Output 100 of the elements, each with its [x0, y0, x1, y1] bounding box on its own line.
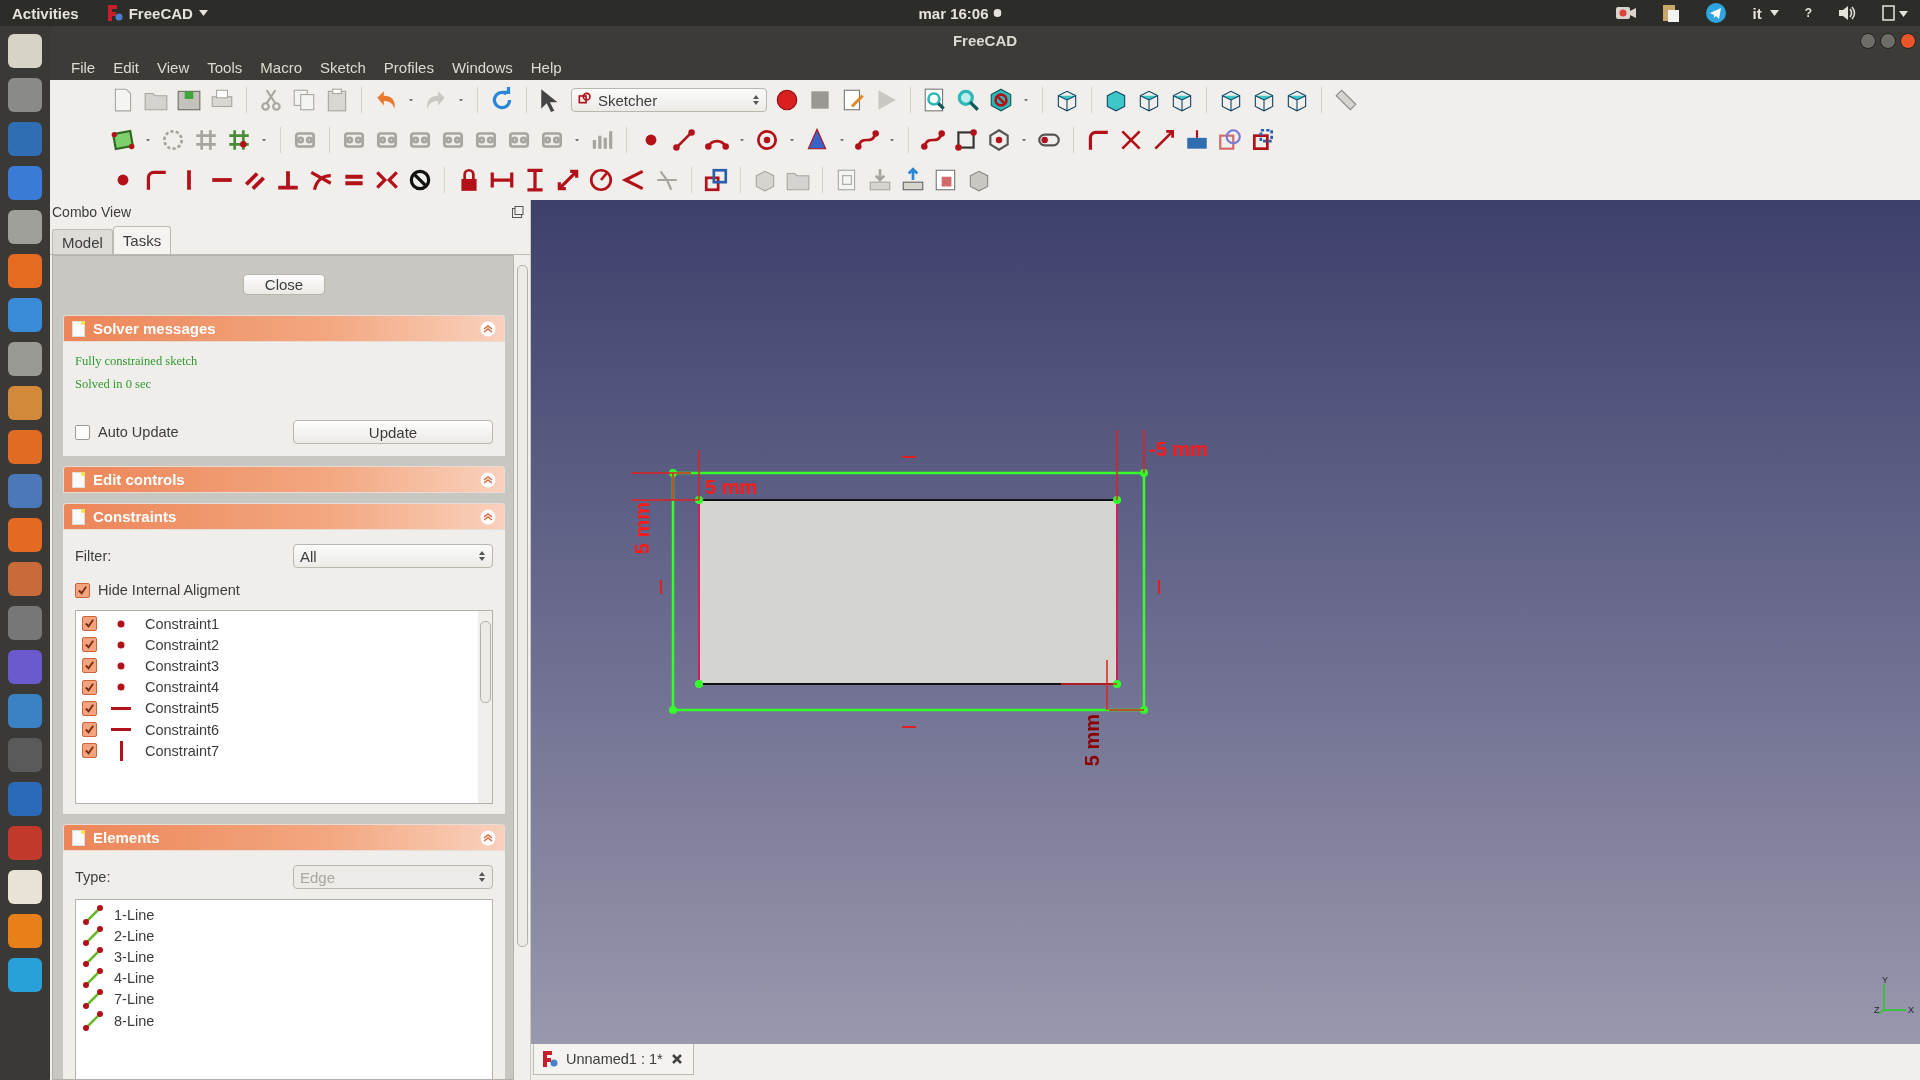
line-icon[interactable]	[671, 127, 697, 153]
sketch-point[interactable]	[695, 496, 703, 504]
activities-button[interactable]: Activities	[12, 4, 79, 22]
close-icon[interactable]	[670, 1053, 683, 1065]
speaker-icon[interactable]	[1838, 5, 1856, 21]
launcher-app-icon[interactable]	[8, 210, 42, 244]
system-menu-icon[interactable]	[1882, 5, 1908, 21]
constraint-item[interactable]: Constraint1	[145, 615, 220, 632]
polyline-icon[interactable]	[854, 127, 880, 153]
offset-icon[interactable]	[1250, 127, 1276, 153]
video-camera-icon[interactable]	[1616, 6, 1637, 20]
tab[interactable]: Model	[52, 229, 113, 254]
menu-item[interactable]: View	[148, 59, 199, 76]
scissors-icon[interactable]	[258, 87, 284, 113]
scrollbar-thumb[interactable]	[516, 265, 528, 947]
sketch-point[interactable]	[695, 680, 703, 688]
checkbox[interactable]	[75, 582, 90, 598]
element-list[interactable]: 1-Line 2-Line 3-Line 4-Line 7-Line 8-Line	[75, 899, 493, 1079]
element-item[interactable]: 8-Line	[114, 1012, 155, 1029]
launcher-app-icon[interactable]	[8, 430, 42, 464]
circle-icon[interactable]	[754, 127, 780, 153]
element-item[interactable]: 3-Line	[114, 948, 155, 965]
checkbox[interactable]	[82, 658, 97, 674]
element-item[interactable]: 7-Line	[114, 991, 155, 1008]
clock[interactable]: mar 16:06	[918, 4, 1002, 22]
filter-select[interactable]: All	[293, 544, 493, 568]
scrollbar-thumb[interactable]	[479, 621, 491, 703]
update-button[interactable]: Update	[293, 420, 493, 444]
launcher-app-icon[interactable]	[8, 298, 42, 332]
menu-item[interactable]: Sketch	[311, 59, 375, 76]
checkbox[interactable]	[82, 616, 97, 632]
app-menu[interactable]: FreeCAD	[106, 4, 208, 22]
element-item[interactable]: 1-Line	[114, 906, 155, 923]
menu-item[interactable]: Tools	[198, 59, 252, 76]
launcher-app-icon[interactable]	[8, 34, 42, 68]
3d-viewport[interactable]: 5 mm 5 mm -5 mm 5 mm Y Z X	[531, 200, 1920, 1044]
toggle-construction-icon[interactable]	[703, 167, 729, 193]
collapse-icon[interactable]	[480, 471, 496, 488]
checkbox[interactable]	[75, 424, 90, 440]
sketch-point[interactable]	[1113, 680, 1121, 688]
element-item[interactable]: 2-Line	[114, 927, 155, 944]
tab[interactable]: Tasks	[112, 226, 172, 254]
upload-icon[interactable]	[900, 167, 926, 193]
launcher-app-icon[interactable]	[8, 694, 42, 728]
collapse-icon[interactable]	[480, 829, 496, 846]
collapse-icon[interactable]	[480, 320, 496, 337]
menu-item[interactable]: File	[62, 59, 105, 76]
checkbox[interactable]	[82, 743, 97, 759]
constraint-item[interactable]: Constraint2	[145, 636, 220, 653]
menu-item[interactable]: Help	[521, 59, 571, 76]
sketch-point[interactable]	[1140, 706, 1148, 714]
workbench-select[interactable]: Sketcher	[571, 88, 767, 112]
record-icon[interactable]	[774, 87, 800, 113]
menu-item[interactable]: Edit	[104, 59, 149, 76]
polygon-icon[interactable]	[986, 127, 1012, 153]
document-tab[interactable]: Unnamed1 : 1*	[533, 1044, 694, 1075]
checkbox[interactable]	[82, 637, 97, 653]
checkbox[interactable]	[82, 700, 97, 716]
paper-plane-icon[interactable]	[1706, 3, 1727, 23]
rectangle-icon[interactable]	[953, 127, 979, 153]
snap-icon[interactable]	[226, 127, 252, 153]
collapse-icon[interactable]	[480, 508, 496, 525]
launcher-app-icon[interactable]	[8, 342, 42, 376]
draw-style-icon[interactable]	[988, 87, 1014, 113]
launcher-app-icon[interactable]	[8, 254, 42, 288]
polyline-icon[interactable]	[920, 127, 946, 153]
constraint-item[interactable]: Constraint3	[145, 657, 220, 674]
maximize-button[interactable]	[1880, 32, 1896, 49]
launcher-app-icon[interactable]	[8, 386, 42, 420]
launcher-app-icon[interactable]	[8, 914, 42, 948]
constraint-item[interactable]: Constraint4	[145, 679, 220, 696]
dashed-circle-icon[interactable]	[160, 127, 186, 153]
constraint-item[interactable]: Constraint6	[145, 721, 220, 738]
checkbox[interactable]	[82, 679, 97, 695]
carbon-copy-icon[interactable]	[1217, 127, 1243, 153]
menu-item[interactable]: Windows	[442, 59, 522, 76]
constraint-item[interactable]: Constraint5	[145, 700, 220, 717]
menu-item[interactable]: Profiles	[374, 59, 443, 76]
minimize-button[interactable]	[1860, 32, 1876, 49]
launcher-app-icon[interactable]	[8, 562, 42, 596]
zoom-fit-icon[interactable]	[922, 87, 948, 113]
element-item[interactable]: 4-Line	[114, 970, 155, 987]
help-indicator[interactable]: ?	[1804, 6, 1812, 20]
zoom-icon[interactable]	[955, 87, 981, 113]
sketch-point[interactable]	[669, 706, 677, 714]
launcher-app-icon[interactable]	[8, 166, 42, 200]
download-icon[interactable]	[867, 167, 893, 193]
sketch-point[interactable]	[1113, 496, 1121, 504]
launcher-app-icon[interactable]	[8, 870, 42, 904]
keyboard-layout-menu[interactable]: it	[1752, 4, 1779, 22]
ruler-icon[interactable]	[1333, 87, 1359, 113]
checkbox[interactable]	[82, 722, 97, 738]
sketch-point[interactable]	[1140, 469, 1148, 477]
grid-icon[interactable]	[193, 127, 219, 153]
block-constraint-icon[interactable]	[407, 167, 433, 193]
radius-icon[interactable]	[588, 167, 614, 193]
sketch-point[interactable]	[669, 469, 677, 477]
constraint-list[interactable]: Constraint1 Constraint2 Constraint3 Constraint4 Constraint5 Constraint6 Constraint7	[75, 610, 493, 804]
close-window-button[interactable]	[1900, 32, 1916, 49]
clipboard-icon[interactable]	[1662, 3, 1681, 23]
